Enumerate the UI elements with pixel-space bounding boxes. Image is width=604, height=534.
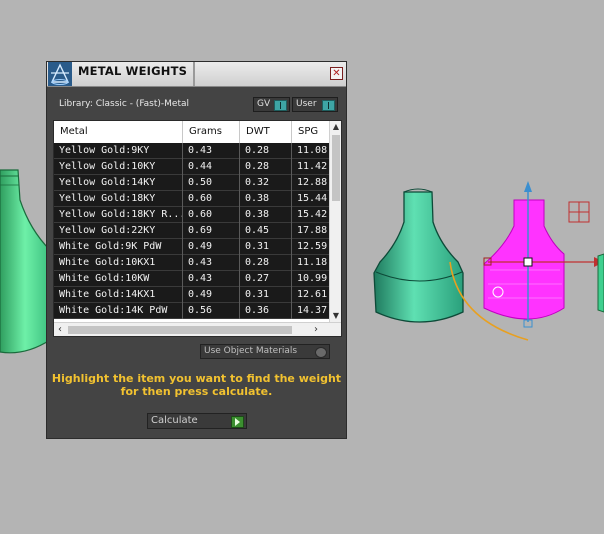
cell-metal: Yellow Gold:14KY (54, 175, 183, 191)
cell-metal: White Gold:14K PdW (54, 303, 183, 319)
cell-dwt: 0.38 (240, 191, 292, 207)
cell-dwt: 0.36 (240, 303, 292, 319)
horizontal-scrollbar[interactable]: ‹ › (54, 322, 341, 336)
cell-grams: 0.43 (183, 143, 240, 159)
table-row[interactable]: Yellow Gold:10KY 0.44 0.28 11.42 (54, 159, 329, 175)
column-header-grams[interactable]: Grams (183, 121, 240, 143)
calculate-button[interactable]: Calculate (147, 413, 247, 429)
cell-metal: Yellow Gold:9KY (54, 143, 183, 159)
column-header-spg[interactable]: SPG (292, 121, 332, 143)
library-label: Library: Classic - (Fast)-Metal (59, 99, 190, 109)
cell-metal: Yellow Gold:10KY (54, 159, 183, 175)
table-row[interactable]: White Gold:14K PdW 0.56 0.36 14.37 (54, 303, 329, 319)
metal-weights-panel: METAL WEIGHTS ✕ Library: Classic - (Fast… (46, 61, 347, 439)
instruction-line-2: for then press calculate. (120, 385, 273, 398)
radio-icon (315, 347, 327, 358)
cell-dwt: 0.45 (240, 223, 292, 239)
scroll-right-icon[interactable]: › (310, 323, 322, 336)
horizontal-scroll-thumb[interactable] (68, 326, 292, 334)
play-icon (231, 416, 244, 428)
table-row[interactable]: White Gold:14KX1 0.49 0.31 12.61 (54, 287, 329, 303)
cell-spg: 12.61 (297, 289, 328, 300)
table-row[interactable]: Yellow Gold:18KY 0.60 0.38 15.44 (54, 191, 329, 207)
cell-spg: 10.99 (297, 273, 328, 284)
cell-metal: White Gold:10KW (54, 271, 183, 287)
cell-spg: 15.42 (297, 209, 328, 220)
title-tab-separator (193, 62, 195, 86)
table-row[interactable]: White Gold:9K PdW 0.49 0.31 12.59 (54, 239, 329, 255)
right-green-model-edge (597, 253, 604, 313)
column-header-dwt[interactable]: DWT (240, 121, 292, 143)
gv-toggle-label: GV (257, 99, 271, 109)
table-row[interactable]: Yellow Gold:18KY R... 0.60 0.38 15.42 (54, 207, 329, 223)
instruction-text: Highlight the item you want to find the … (47, 372, 346, 398)
gizmo-cross-icon[interactable] (568, 201, 590, 223)
vertical-scrollbar[interactable]: ▲ ▼ (329, 121, 341, 322)
cell-grams: 0.49 (183, 239, 240, 255)
cell-grams: 0.60 (183, 207, 240, 223)
cell-grams: 0.43 (183, 271, 240, 287)
cell-spg: 11.18 (297, 257, 328, 268)
cell-dwt: 0.28 (240, 255, 292, 271)
cell-grams: 0.60 (183, 191, 240, 207)
cell-dwt: 0.28 (240, 143, 292, 159)
cell-spg: 12.88 (297, 177, 328, 188)
cell-grams: 0.50 (183, 175, 240, 191)
column-header-metal[interactable]: Metal (54, 121, 183, 143)
cell-spg: 17.88 (297, 225, 328, 236)
cell-grams: 0.69 (183, 223, 240, 239)
metal-table[interactable]: Metal Grams DWT SPG Yellow Gold:9KY 0.43 0… (53, 120, 342, 337)
cell-dwt: 0.31 (240, 239, 292, 255)
cell-metal: White Gold:9K PdW (54, 239, 183, 255)
cell-dwt: 0.31 (240, 287, 292, 303)
cell-dwt: 0.32 (240, 175, 292, 191)
table-row[interactable]: Yellow Gold:14KY 0.50 0.32 12.88 (54, 175, 329, 191)
close-icon[interactable]: ✕ (330, 67, 343, 80)
scroll-down-icon[interactable]: ▼ (330, 310, 341, 322)
cell-metal: Yellow Gold:22KY (54, 223, 183, 239)
instruction-line-1: Highlight the item you want to find the … (51, 372, 342, 385)
cell-spg: 14.37 (297, 305, 328, 316)
scroll-up-icon[interactable]: ▲ (330, 121, 341, 133)
table-header: Metal Grams DWT SPG (54, 121, 329, 143)
cell-grams: 0.49 (183, 287, 240, 303)
toggle-switch-icon (274, 100, 287, 111)
cell-metal: Yellow Gold:18KY R... (54, 207, 183, 223)
user-toggle-label: User (296, 99, 317, 109)
cell-metal: Yellow Gold:18KY (54, 191, 183, 207)
panel-title: METAL WEIGHTS (78, 64, 188, 78)
cell-spg: 15.44 (297, 193, 328, 204)
scroll-left-icon[interactable]: ‹ (54, 323, 66, 336)
cell-grams: 0.56 (183, 303, 240, 319)
vertical-scroll-thumb[interactable] (332, 135, 340, 201)
table-row[interactable]: White Gold:10KX1 0.43 0.28 11.18 (54, 255, 329, 271)
cell-dwt: 0.28 (240, 159, 292, 175)
cell-grams: 0.44 (183, 159, 240, 175)
cell-spg: 12.59 (297, 241, 328, 252)
use-object-materials-toggle[interactable]: Use Object Materials (200, 344, 330, 359)
cell-grams: 0.43 (183, 255, 240, 271)
cell-metal: White Gold:14KX1 (54, 287, 183, 303)
cell-spg: 11.42 (297, 161, 328, 172)
cell-dwt: 0.38 (240, 207, 292, 223)
table-row[interactable]: Yellow Gold:22KY 0.69 0.45 17.88 (54, 223, 329, 239)
cell-metal: White Gold:10KX1 (54, 255, 183, 271)
table-row[interactable]: White Gold:10KW 0.43 0.27 10.99 (54, 271, 329, 287)
user-toggle[interactable]: User (292, 97, 338, 112)
metal-weights-icon (48, 62, 72, 86)
table-row[interactable]: Yellow Gold:9KY 0.43 0.28 11.08 (54, 143, 329, 159)
panel-titlebar[interactable]: METAL WEIGHTS ✕ (47, 62, 346, 87)
left-green-model (0, 169, 51, 354)
cell-spg: 11.08 (297, 145, 328, 156)
teal-model (373, 188, 464, 323)
gv-toggle[interactable]: GV (253, 97, 290, 112)
toggle-switch-icon (322, 100, 335, 111)
calculate-label: Calculate (151, 415, 198, 426)
use-object-materials-label: Use Object Materials (204, 346, 298, 356)
cell-dwt: 0.27 (240, 271, 292, 287)
